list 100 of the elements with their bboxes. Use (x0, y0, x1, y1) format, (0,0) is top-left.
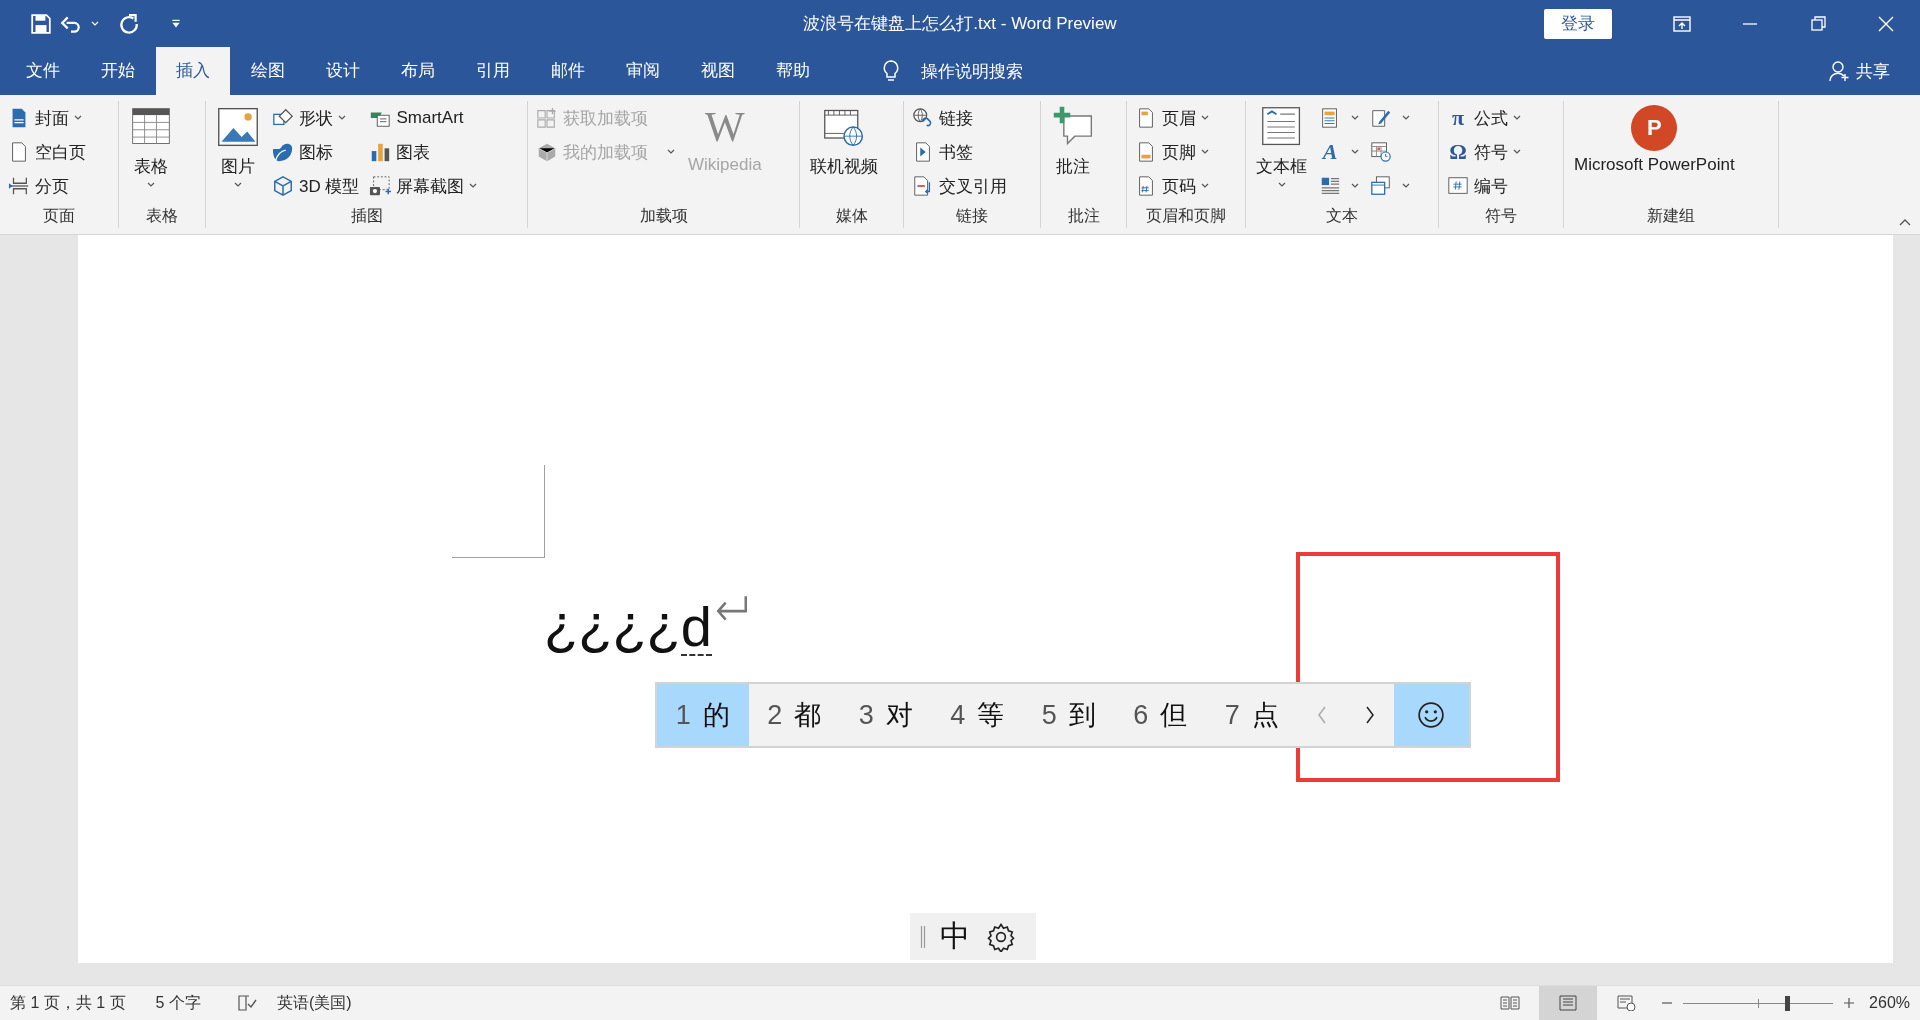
restore-icon[interactable] (1808, 13, 1828, 34)
ribbon-button[interactable]: 分页 (6, 169, 88, 203)
ribbon-button[interactable]: 页脚 (1133, 135, 1212, 169)
ribbon-button[interactable]: 链接 (910, 101, 1009, 135)
ribbon-tab[interactable]: 插入 (156, 47, 230, 95)
ribbon-tab[interactable]: 开始 (81, 47, 155, 95)
ribbon-button[interactable]: 屏幕截图 (367, 169, 481, 203)
powerpoint-logo: P (1631, 105, 1678, 151)
smiley-icon (1417, 701, 1445, 729)
wikipedia-logo: W (705, 105, 745, 149)
ribbon-button[interactable]: 编号 (1445, 169, 1524, 203)
ribbon-button[interactable]: 表格 (125, 101, 177, 190)
ribbon-button[interactable]: 形状 (270, 101, 362, 135)
ribbon-tab[interactable]: 视图 (681, 47, 755, 95)
ribbon-button[interactable]: P Microsoft PowerPoint (1570, 101, 1739, 175)
ribbon-button[interactable]: 封面 (6, 101, 88, 135)
settings-icon[interactable] (986, 921, 1016, 952)
ribbon-button[interactable]: 空白页 (6, 135, 88, 169)
group-label: 页面 (42, 206, 76, 226)
picture-icon (216, 105, 260, 149)
word-count[interactable]: 5 个字 (155, 992, 201, 1014)
globe-link-icon (912, 107, 934, 129)
ribbon-button[interactable]: 图片 (212, 101, 264, 190)
print-layout-icon (1558, 995, 1579, 1011)
group-label: 表格 (145, 206, 179, 226)
candidate-item[interactable]: 6 但 (1114, 684, 1206, 746)
group-label: 符号 (1484, 206, 1518, 226)
share-button[interactable]: 共享 (1856, 59, 1890, 83)
window-title: 波浪号在键盘上怎么打.txt - Word Preview (803, 13, 1117, 35)
sign-in-button[interactable]: 登录 (1544, 8, 1612, 39)
camera-icon (369, 175, 392, 197)
ribbon-tab[interactable]: 绘图 (231, 47, 305, 95)
group-label: 文本 (1325, 206, 1359, 226)
ribbon-button[interactable]: 页眉 (1133, 101, 1212, 135)
omega-icon: Ω (1447, 141, 1469, 163)
save-icon[interactable] (30, 12, 52, 35)
group-label: 媒体 (834, 206, 869, 226)
chevron-right-icon (1363, 705, 1376, 725)
candidate-item[interactable]: 7 点 (1206, 684, 1298, 746)
ribbon-tab[interactable]: 布局 (381, 47, 455, 95)
candidate-item[interactable]: 3 对 (840, 684, 932, 746)
ribbon-button[interactable]: 图表 (367, 135, 481, 169)
ribbon-tab[interactable]: 引用 (456, 47, 530, 95)
grid-plus-icon (536, 107, 558, 129)
ribbon-button[interactable]: 3D 模型 (270, 169, 362, 203)
page-break-icon (8, 175, 30, 197)
group-label: 新建组 (1646, 206, 1696, 226)
language-indicator[interactable]: 英语(美国) (276, 992, 352, 1014)
ribbon-button[interactable]: 页码 (1133, 169, 1212, 203)
redo-icon[interactable] (118, 12, 140, 35)
candidate-item[interactable]: 4 等 (931, 684, 1023, 746)
group-label: 批注 (1066, 206, 1101, 226)
chevron-left-icon (1315, 705, 1328, 725)
group-label: 加载项 (638, 206, 689, 226)
ribbon-button[interactable]: SmartArt (367, 101, 481, 135)
ribbon-button[interactable]: π 公式 (1445, 101, 1524, 135)
ribbon-tab[interactable]: 帮助 (756, 47, 830, 95)
zoom-in-icon[interactable] (1843, 997, 1856, 1009)
ribbon-button[interactable]: Ω 符号 (1445, 135, 1524, 169)
customize-menu-icon[interactable] (170, 17, 182, 30)
ribbon-tab[interactable]: 文件 (6, 47, 80, 95)
ribbon-button[interactable]: 书签 (910, 135, 1009, 169)
number-icon (1447, 175, 1469, 197)
ribbon-display-icon[interactable] (1672, 13, 1692, 34)
calendar-icon (1370, 141, 1392, 163)
lightbulb-icon[interactable] (881, 59, 901, 83)
candidate-item[interactable]: 1 的 (657, 684, 749, 746)
person-icon[interactable] (1828, 60, 1850, 82)
page-count[interactable]: 第 1 页，共 1 页 (10, 992, 126, 1014)
wordart-icon: A (1319, 141, 1341, 163)
group-label: 插图 (349, 206, 384, 226)
zoom-level[interactable]: 260% (1869, 994, 1910, 1012)
drop-cap-icon (1319, 175, 1341, 197)
ribbon-tab[interactable]: 邮件 (531, 47, 605, 95)
ribbon-button[interactable]: 批注 (1047, 101, 1099, 178)
emoji-button[interactable] (1393, 684, 1469, 746)
tell-me-search[interactable]: 操作说明搜索 (921, 59, 1023, 83)
box-icon (536, 141, 558, 163)
candidate-item[interactable]: 5 到 (1023, 684, 1115, 746)
collapse-ribbon-icon[interactable] (1898, 218, 1912, 228)
ribbon-button[interactable]: 交叉引用 (910, 169, 1009, 203)
cube-icon (272, 175, 294, 197)
proofing-icon[interactable] (236, 994, 257, 1012)
ribbon-button[interactable]: A (1317, 135, 1362, 169)
document-text: ¿¿¿¿ (544, 592, 681, 656)
group-label: 页眉和页脚 (1145, 206, 1227, 226)
zoom-slider[interactable] (1683, 995, 1834, 1011)
ribbon-button[interactable]: 联机视频 (806, 101, 882, 178)
grip-icon[interactable] (920, 924, 926, 949)
read-mode-icon (1500, 995, 1521, 1011)
zoom-slider-thumb[interactable] (1784, 996, 1790, 1011)
candidate-item[interactable]: 2 都 (748, 684, 840, 746)
ribbon-button[interactable]: 图标 (270, 135, 362, 169)
ribbon-button[interactable]: 文本框 (1252, 101, 1311, 190)
composing-text: d (680, 600, 712, 656)
ribbon-tab[interactable]: 审阅 (606, 47, 680, 95)
pi-icon: π (1447, 107, 1469, 129)
input-mode-button[interactable]: 中 (940, 916, 970, 957)
ribbon-tab[interactable]: 设计 (306, 47, 380, 95)
object-icon (1370, 175, 1392, 197)
